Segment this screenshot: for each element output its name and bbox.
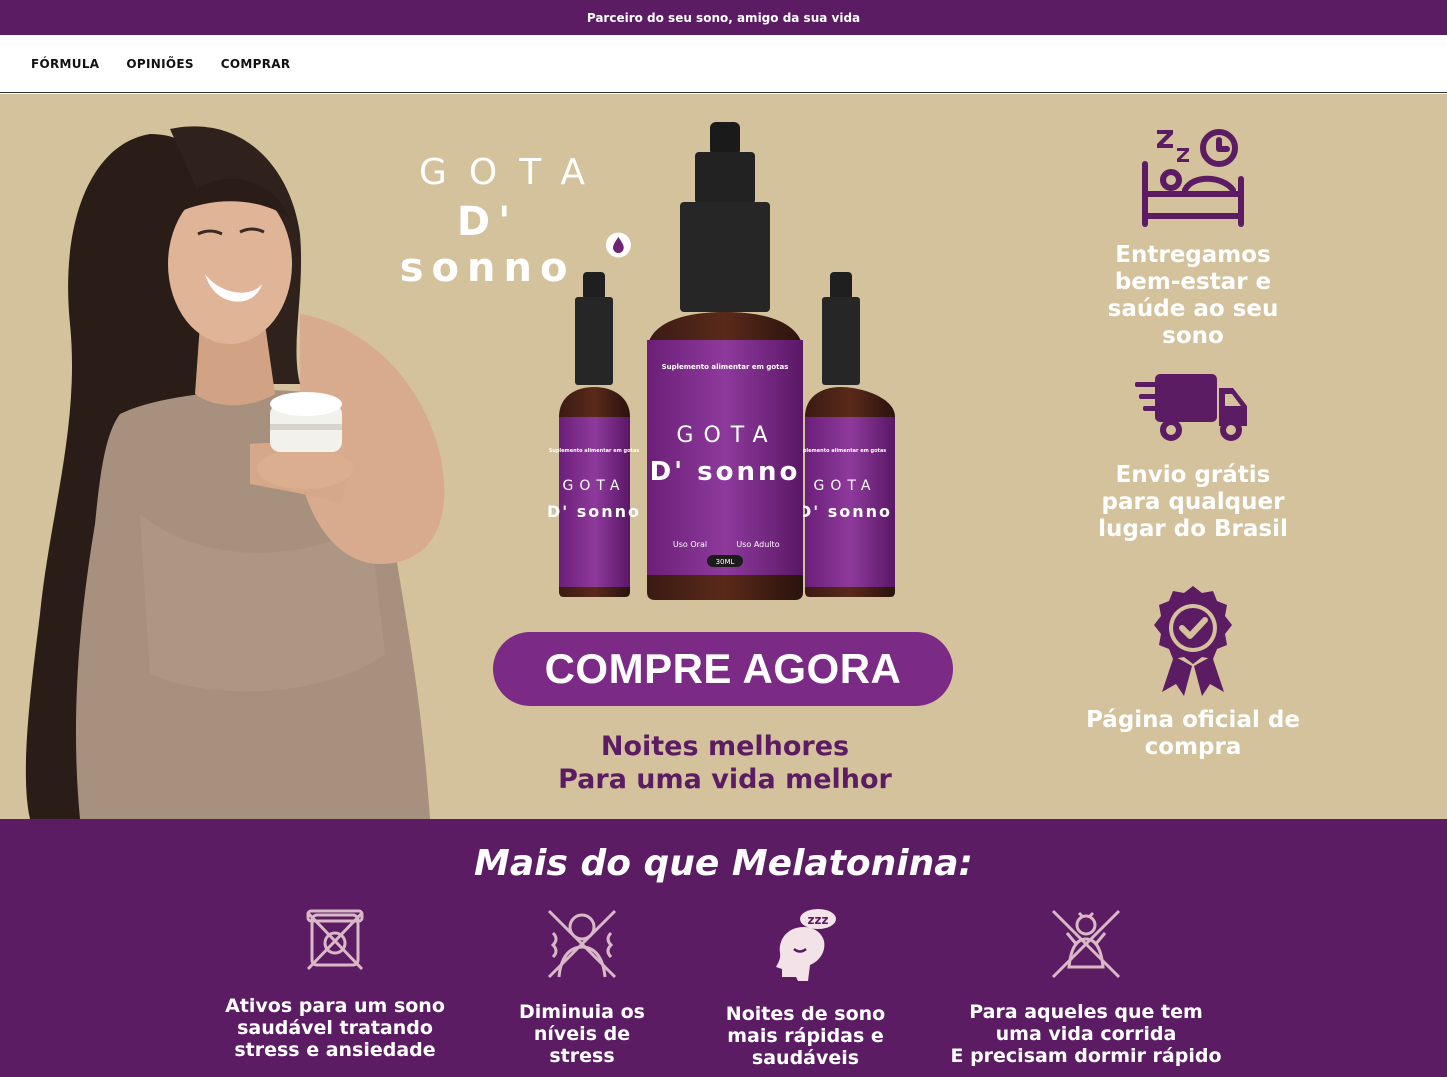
svg-text:zzz: zzz [807,913,828,927]
feature-item-3: zzz Noites de sono mais rápidas e saudáv… [713,907,898,1069]
benefit-official: Página oficial de compra [1083,584,1303,761]
benefit-sleep: Entregamos bem-estar e saúde ao seu sono [1083,124,1303,350]
bottle-left-brand-bottom: D' sonno [547,502,641,521]
delivery-truck-icon [1135,374,1247,441]
feature-item-2: Diminuia os níveis de stress [497,907,667,1067]
feature-item-1: Ativos para um sono saudável tratando st… [215,907,455,1061]
features-title: Mais do que Melatonina: [474,843,973,884]
benefit-official-text: Página oficial de compra [1086,707,1300,760]
feature-item-3-text: Noites de sono mais rápidas e saudáveis [725,1003,886,1069]
feature-item-1-text: Ativos para um sono saudável tratando st… [225,995,445,1061]
bottle-center-brand-bottom: D' sonno [650,457,801,487]
nav-link-opinioes[interactable]: OPINIÕES [126,57,193,71]
bottle-right: Suplemento alimentar em gotas GOTA D' so… [796,272,895,597]
bottle-center-use-oral: Uso Oral [673,540,707,549]
no-stress-icon [547,909,617,979]
benefit-shipping-text: Envio grátis para qualquer lugar do Bras… [1098,462,1288,542]
hero-tagline-line1: Noites melhores [600,731,850,762]
bottle-right-label-small: Suplemento alimentar em gotas [796,448,887,454]
feature-item-2-text: Diminuia os níveis de stress [519,1001,645,1067]
hero-tagline: Noites melhores Para uma vida melhor [480,730,970,796]
sleep-bed-icon [1142,129,1244,227]
bottle-center-use-adult: Uso Adulto [736,540,779,549]
bottle-left-label-small: Suplemento alimentar em gotas [549,448,640,454]
features-section: Mais do que Melatonina: Ativos para um s… [0,819,1447,1077]
feature-item-4: Para aqueles que tem uma vida corrida E … [945,907,1227,1067]
no-rush-icon [1051,909,1121,979]
buy-now-button[interactable]: COMPRE AGORA [493,632,953,706]
hero-section: GOTA D' sonno Suplemento alimentar em go… [0,94,1447,819]
announcement-text: Parceiro do seu sono, amigo da sua vida [586,10,861,25]
announcement-bar: Parceiro do seu sono, amigo da sua vida [0,0,1447,35]
bottle-center-volume: 30ML [716,558,735,566]
bottle-left: Suplemento alimentar em gotas GOTA D' so… [547,272,641,597]
bottle-left-brand-top: GOTA [563,478,626,494]
product-bottles-image: Suplemento alimentar em gotas GOTA D' so… [547,122,895,600]
nav-link-comprar[interactable]: COMPRAR [221,57,291,71]
hero-tagline-line2: Para uma vida melhor [558,764,892,795]
bottle-center-brand-top: GOTA [676,423,777,448]
benefit-sleep-text: Entregamos bem-estar e saúde ao seu sono [1107,242,1279,349]
feature-item-4-text: Para aqueles que tem uma vida corrida E … [950,1001,1222,1067]
main-nav: FÓRMULA OPINIÕES COMPRAR [0,35,1447,93]
sleeping-head-icon: zzz [775,909,836,981]
bottle-center: Suplemento alimentar em gotas GOTA D' so… [647,122,803,600]
no-pills-icon [306,909,364,971]
bottle-right-brand-top: GOTA [814,478,877,494]
bottle-center-label-small: Suplemento alimentar em gotas [662,363,789,371]
benefit-shipping: Envio grátis para qualquer lugar do Bras… [1083,368,1303,543]
nav-link-formula[interactable]: FÓRMULA [31,57,99,71]
official-badge-icon [1154,586,1232,696]
bottle-right-brand-bottom: D' sonno [798,502,892,521]
